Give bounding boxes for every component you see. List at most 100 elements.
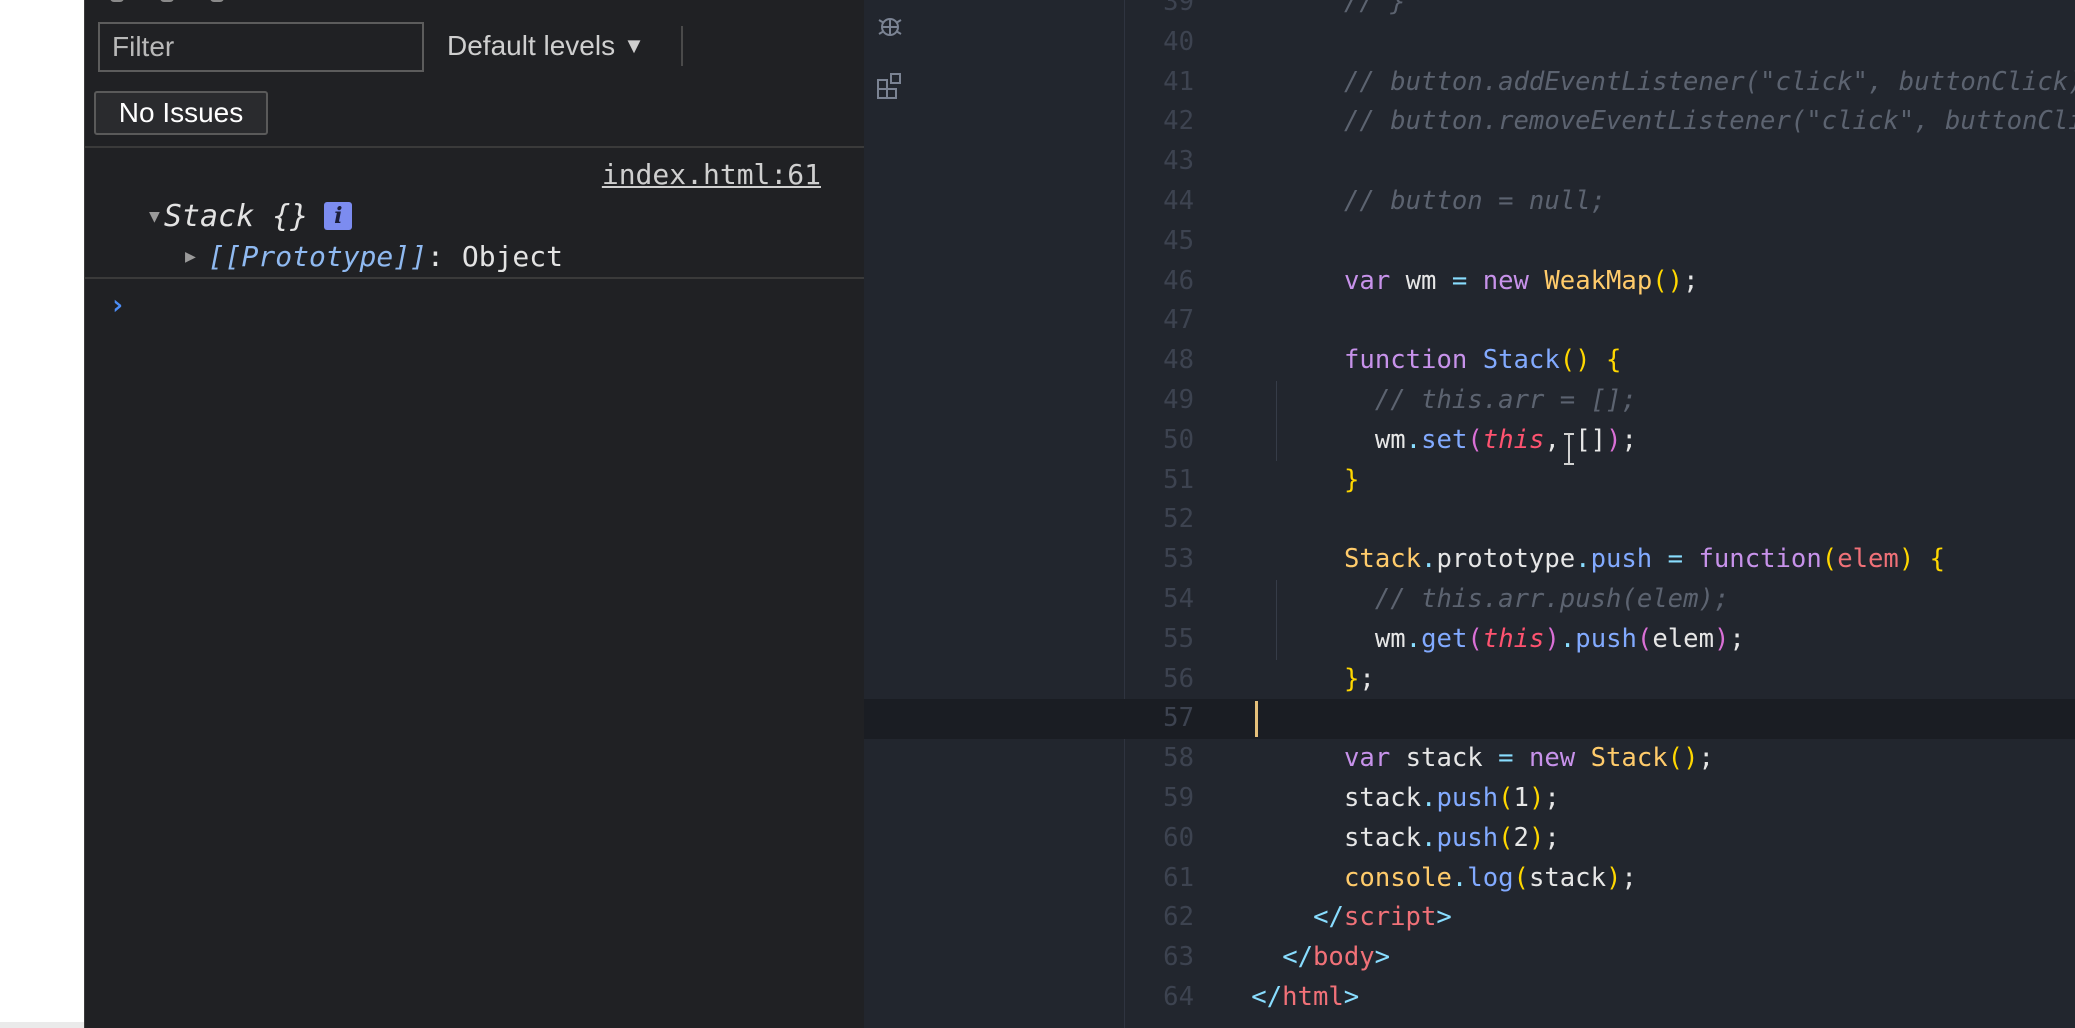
toolbar-divider-bottom — [85, 146, 865, 148]
issues-button[interactable]: No Issues — [94, 91, 268, 135]
line-number: 42 — [1163, 106, 1194, 137]
code-line[interactable]: 58 var stack = new Stack(); — [864, 739, 2075, 779]
code-token: new — [1482, 265, 1529, 296]
line-number: 54 — [1163, 583, 1194, 614]
indent-guide — [1276, 579, 1277, 620]
code-token: stack — [1344, 782, 1422, 813]
code-token: ( — [1513, 862, 1529, 893]
code-line[interactable]: 64 </html> — [864, 978, 2075, 1018]
code-text: // button.removeEventListener("click", b… — [1344, 102, 2075, 142]
code-token: log — [1467, 862, 1514, 893]
log-entry-stack[interactable]: ▼ Stack {} i — [149, 198, 353, 234]
code-line[interactable]: 48 function Stack() { — [864, 341, 2075, 381]
code-lines[interactable]: 39 // } 40 41 // button.addEventListener("cl… — [864, 0, 2075, 1018]
console-prompt-icon[interactable]: › — [109, 288, 126, 321]
code-token: this — [1482, 623, 1545, 654]
code-token: wm — [1374, 623, 1406, 654]
code-text: // } — [1344, 0, 1406, 23]
code-token: elem — [1652, 623, 1714, 654]
code-token: // button.removeEventListener("click", b… — [1344, 106, 2075, 137]
code-text: // this.arr = []; — [1375, 381, 1637, 421]
line-number: 61 — [1163, 862, 1194, 893]
info-icon[interactable]: i — [324, 202, 353, 230]
code-line[interactable]: 40 — [864, 23, 2075, 63]
code-line[interactable]: 43 — [864, 142, 2075, 182]
line-number: 46 — [1163, 265, 1194, 296]
code-token: ) — [1528, 782, 1545, 813]
code-token: . — [1421, 544, 1437, 575]
code-text: </body> — [1282, 938, 1390, 978]
code-token: () — [1652, 265, 1684, 296]
line-number: 62 — [1163, 902, 1194, 933]
code-line[interactable]: 45 — [864, 222, 2075, 262]
collapse-triangle-icon[interactable]: ▶ — [185, 246, 196, 267]
code-token: } — [1344, 663, 1360, 694]
code-text: </html> — [1251, 978, 1359, 1018]
code-line[interactable]: 59 stack.push(1); — [864, 779, 2075, 819]
line-number: 57 — [1163, 703, 1194, 734]
code-token: . — [1405, 424, 1422, 455]
code-line[interactable]: 63 </body> — [864, 938, 2075, 978]
code-line[interactable]: 51} — [864, 461, 2075, 501]
code-line[interactable]: 60 stack.push(2); — [864, 819, 2075, 859]
code-token: ) — [1606, 862, 1622, 893]
code-line[interactable]: 50 wm.set(this, []); — [864, 420, 2075, 461]
code-line[interactable]: 56}; — [864, 660, 2075, 700]
code-token: ; — [1544, 822, 1560, 853]
code-line[interactable]: 57 — [864, 699, 2075, 740]
issues-label: No Issues — [118, 97, 244, 128]
code-text: Stack.prototype.push = function(elem) { — [1344, 540, 1945, 580]
code-token: ( — [1467, 623, 1483, 654]
code-token: Stack — [1482, 345, 1560, 376]
code-line[interactable]: 54 // this.arr.push(elem); — [864, 579, 2075, 620]
code-text: // this.arr.push(elem); — [1375, 580, 1729, 620]
line-number: 64 — [1163, 981, 1194, 1012]
log-object-label: Stack {} — [163, 198, 309, 234]
code-line[interactable]: 44 // button = null; — [864, 182, 2075, 222]
code-line[interactable]: 61 console.log(stack); — [864, 859, 2075, 899]
code-line[interactable]: 49 // this.arr = []; — [864, 380, 2075, 421]
code-token: [] — [1575, 424, 1607, 455]
code-token: ( — [1821, 544, 1838, 575]
line-number: 44 — [1163, 185, 1194, 216]
code-token: ) — [1544, 623, 1560, 654]
code-token: var — [1344, 265, 1391, 296]
default-levels-dropdown[interactable]: Default levels ▼ — [447, 30, 645, 62]
code-token: ; — [1621, 862, 1637, 893]
code-line[interactable]: 46 var wm = new WeakMap(); — [864, 262, 2075, 302]
code-token: // this.arr.push(elem); — [1374, 583, 1730, 614]
code-line[interactable]: 55 wm.get(this).push(elem); — [864, 619, 2075, 660]
code-line[interactable]: 42 // button.removeEventListener("click",… — [864, 102, 2075, 142]
code-text: } — [1344, 461, 1359, 501]
code-line[interactable]: 47 — [864, 301, 2075, 341]
code-line[interactable]: 39 // } — [864, 0, 2075, 23]
expand-triangle-icon[interactable]: ▼ — [149, 206, 160, 227]
code-token: // button.addEventListener("click", butt… — [1344, 66, 2075, 97]
code-line[interactable]: 53 Stack.prototype.push = function(elem) … — [864, 540, 2075, 580]
code-token: > — [1436, 902, 1452, 933]
code-token: ; — [1698, 743, 1714, 774]
line-number: 52 — [1163, 504, 1194, 535]
code-token: = — [1451, 265, 1468, 296]
code-line[interactable]: 62 </script> — [864, 898, 2075, 938]
log-prototype-row[interactable]: ▶ [[Prototype]]: Object — [185, 238, 563, 274]
log-divider — [85, 277, 865, 279]
line-number: 41 — [1163, 66, 1194, 97]
code-token: body — [1313, 942, 1375, 973]
code-text: var stack = new Stack(); — [1344, 739, 1714, 779]
code-line[interactable]: 52 — [864, 500, 2075, 540]
code-token: = — [1498, 743, 1514, 774]
code-text: stack.push(1); — [1344, 779, 1560, 819]
code-token: . — [1405, 623, 1422, 654]
line-number: 56 — [1163, 663, 1194, 694]
filter-input[interactable] — [98, 22, 424, 72]
source-link[interactable]: index.html:61 — [602, 158, 821, 191]
code-line[interactable]: 41 // button.addEventListener("click", bu… — [864, 63, 2075, 103]
prototype-separator: : — [427, 239, 444, 273]
